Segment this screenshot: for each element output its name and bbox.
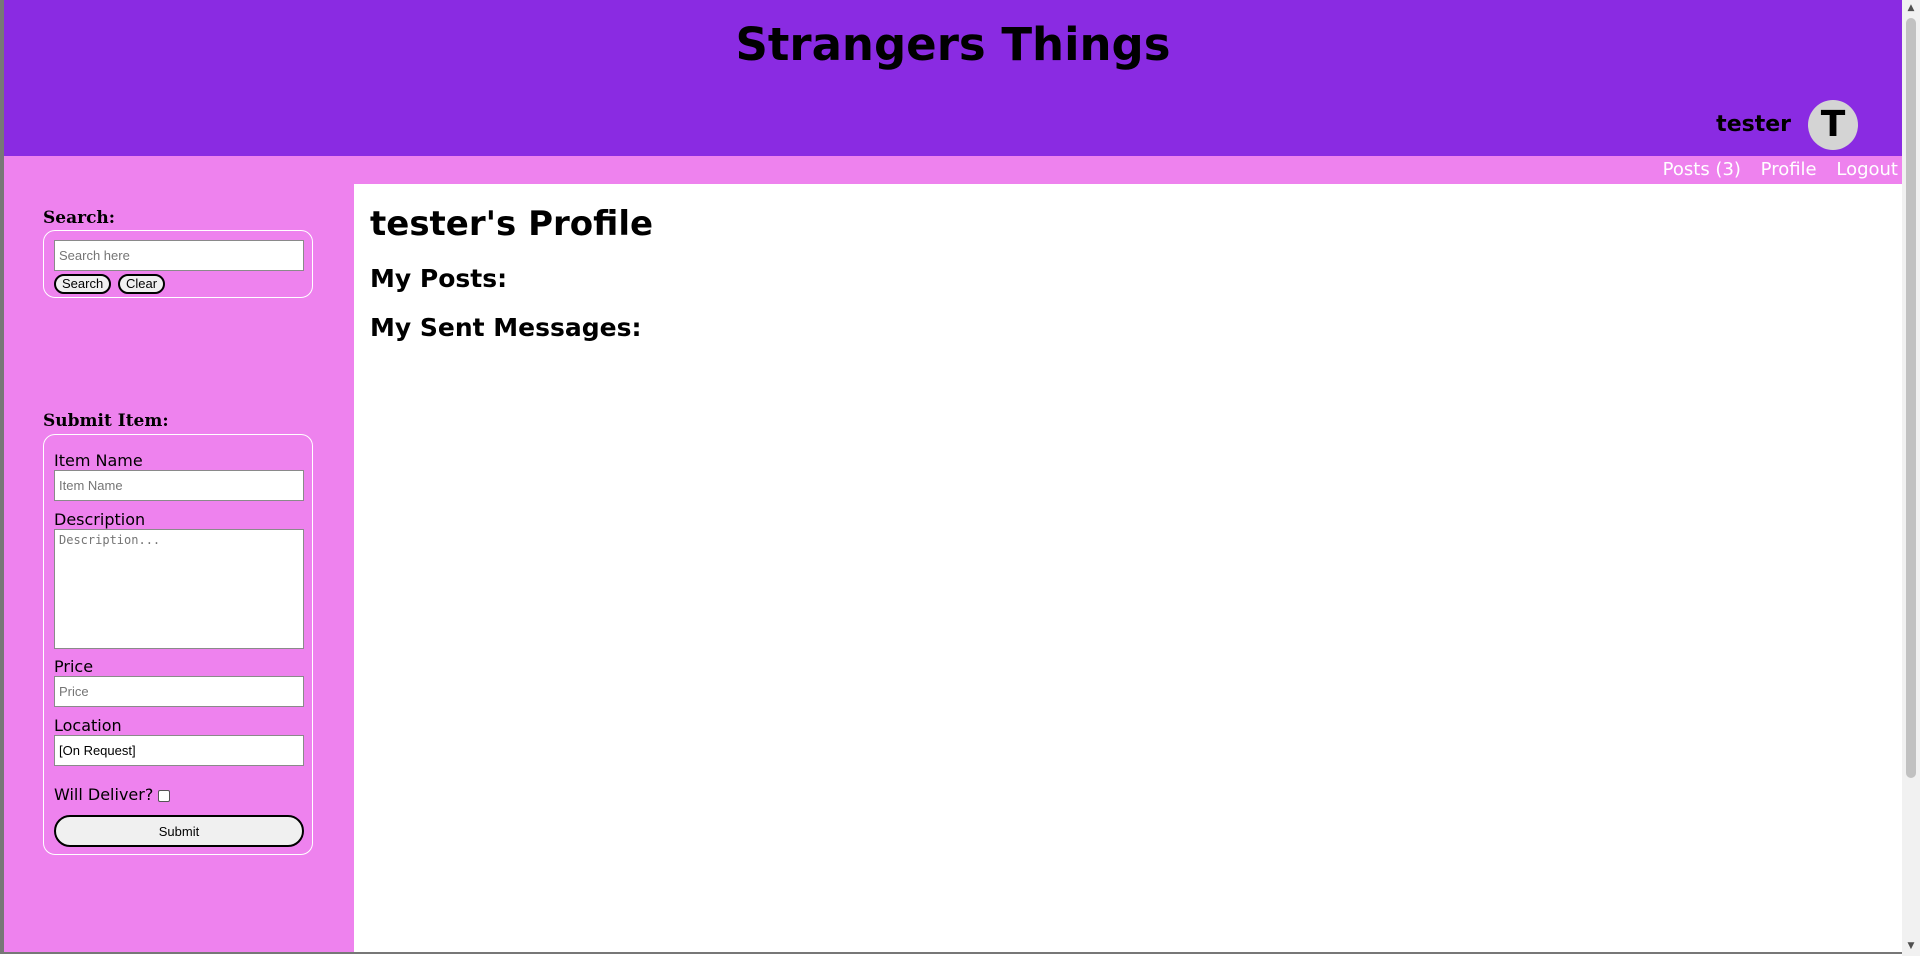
browser-viewport: Strangers Things tester T Posts (3) Prof… — [0, 0, 1902, 954]
search-box: Search Clear — [43, 230, 313, 298]
search-button[interactable]: Search — [54, 274, 112, 294]
username-label: tester — [1716, 112, 1791, 137]
item-name-label: Item Name — [54, 451, 143, 470]
nav-bar: Posts (3) Profile Logout — [4, 156, 1902, 184]
search-section-label: Search: — [43, 208, 116, 228]
nav-logout-link[interactable]: Logout — [1836, 159, 1898, 180]
site-header: Strangers Things tester T — [4, 0, 1902, 156]
location-label: Location — [54, 716, 122, 735]
nav-profile-link[interactable]: Profile — [1761, 159, 1817, 180]
my-posts-heading: My Posts: — [370, 264, 508, 293]
main-content: tester's Profile My Posts: My Sent Messa… — [354, 184, 1902, 952]
location-input[interactable] — [54, 735, 304, 766]
item-name-input[interactable] — [54, 470, 304, 501]
page-title: tester's Profile — [370, 204, 654, 244]
scroll-down-icon[interactable]: ▼ — [1902, 938, 1920, 954]
will-deliver-checkbox[interactable] — [158, 790, 170, 802]
app-title: Strangers Things — [735, 18, 1171, 71]
scroll-up-icon[interactable]: ▲ — [1902, 0, 1920, 16]
vertical-scrollbar[interactable]: ▲ ▼ — [1902, 0, 1920, 956]
description-label: Description — [54, 510, 146, 529]
submit-item-form: Item Name Description Price Location Wil… — [43, 434, 313, 855]
clear-button[interactable]: Clear — [118, 274, 166, 294]
will-deliver-label: Will Deliver? — [54, 785, 154, 804]
price-label: Price — [54, 657, 94, 676]
description-textarea[interactable] — [54, 529, 304, 649]
scrollbar-thumb[interactable] — [1906, 18, 1916, 778]
my-sent-messages-heading: My Sent Messages: — [370, 313, 642, 342]
price-input[interactable] — [54, 676, 304, 707]
nav-posts-link[interactable]: Posts (3) — [1663, 159, 1741, 180]
submit-item-section-label: Submit Item: — [43, 411, 169, 431]
sidebar: Search: Search Clear Submit Item: Item N… — [4, 184, 354, 952]
search-input[interactable] — [54, 240, 304, 271]
user-avatar[interactable]: T — [1808, 100, 1858, 150]
submit-button[interactable]: Submit — [54, 815, 304, 847]
nav-links: Posts (3) Profile Logout — [1649, 159, 1898, 180]
